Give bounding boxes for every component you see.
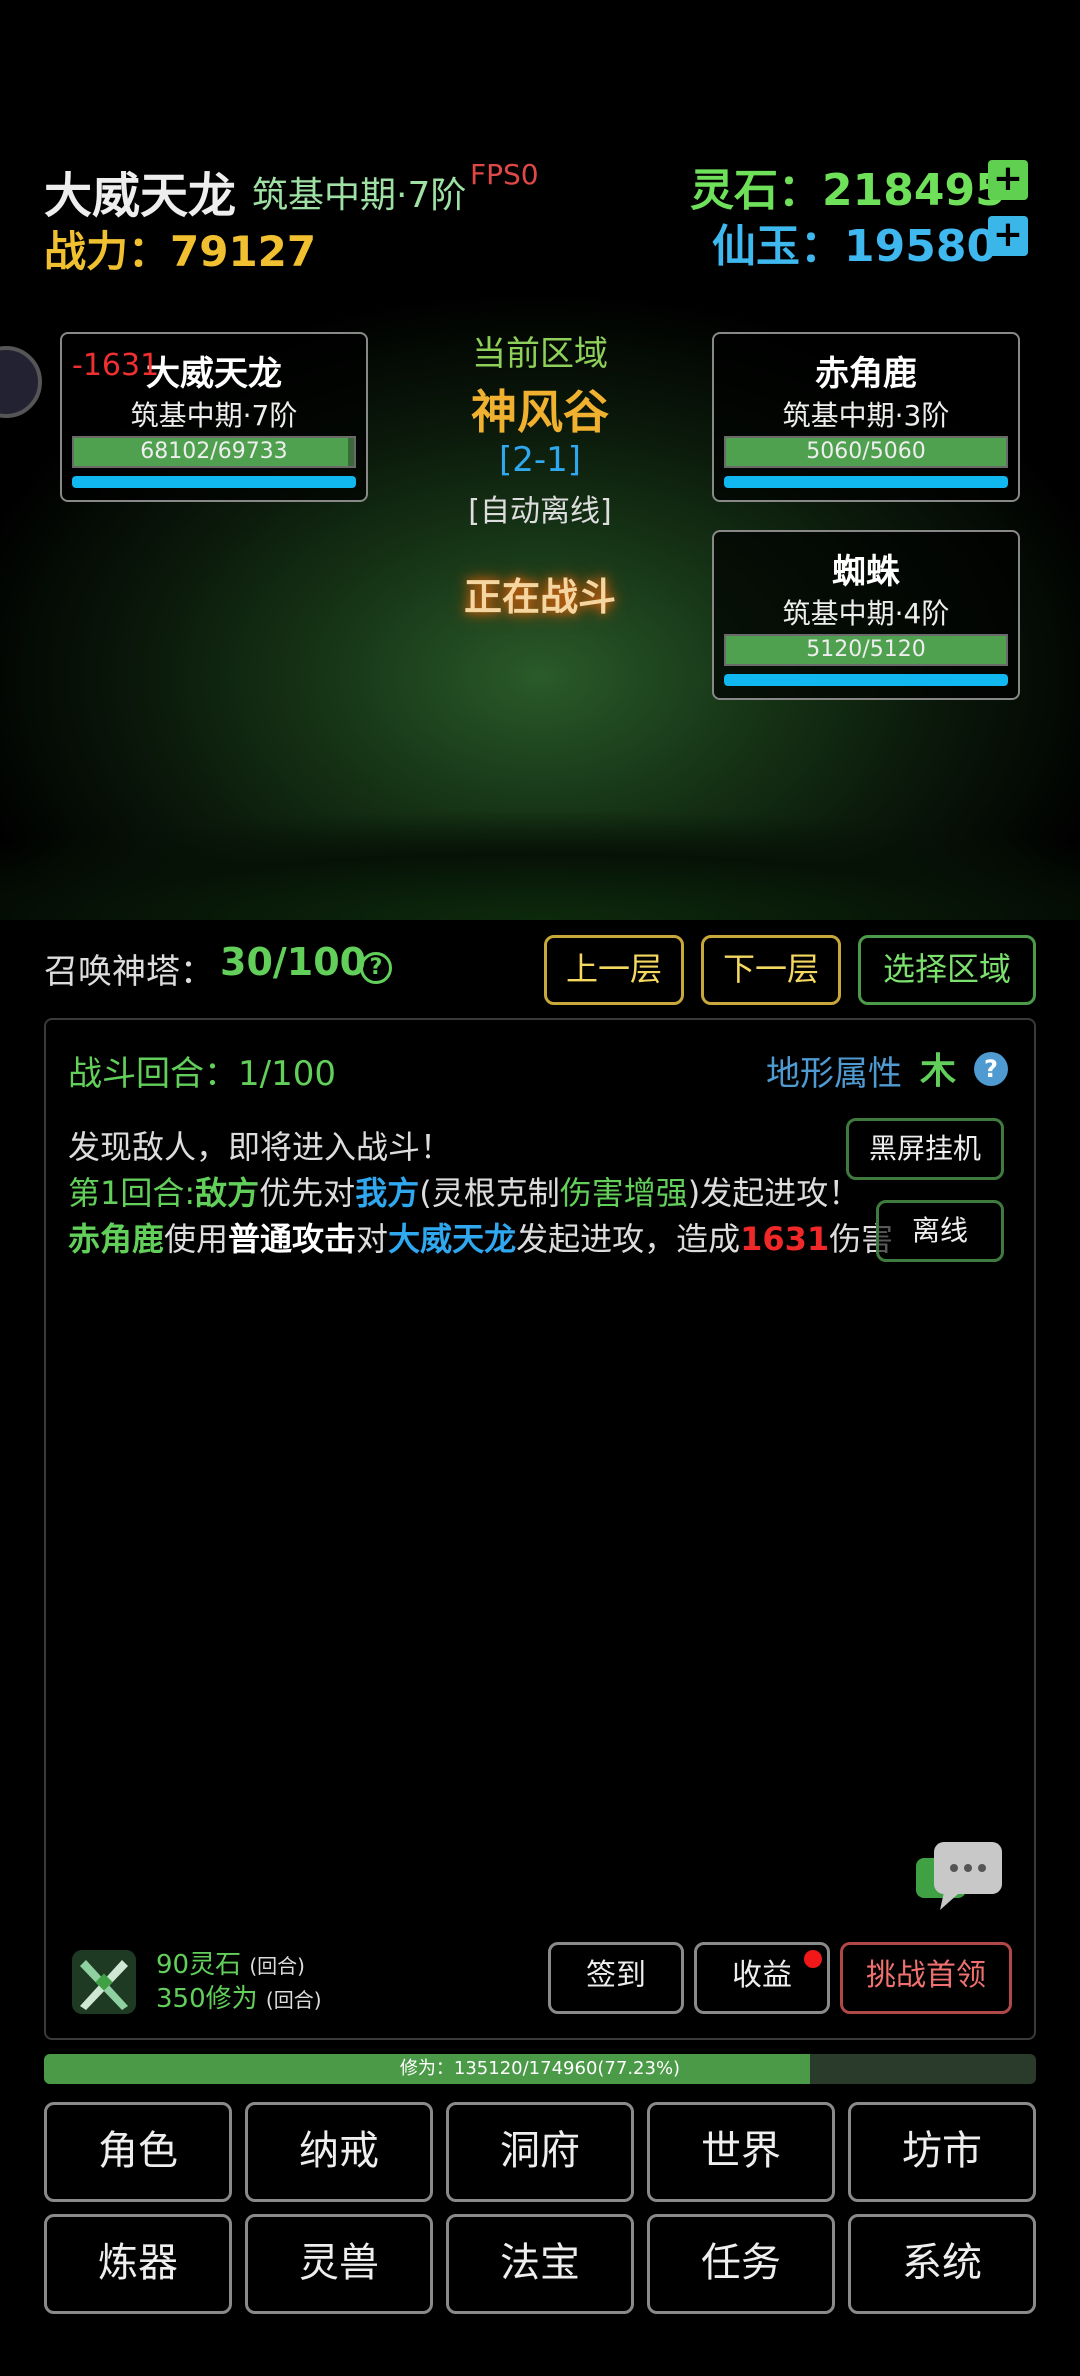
reward-unit: (回合) [265, 1988, 322, 2012]
enemy-mp-bar [724, 674, 1008, 686]
notification-dot [804, 1950, 822, 1968]
nav-button[interactable]: 坊市 [848, 2102, 1036, 2202]
player-name: 大威天龙 [44, 168, 237, 224]
add-xianyu-plus-icon[interactable]: + [988, 216, 1028, 256]
log-attacker: 赤角鹿 [68, 1220, 165, 1258]
log-damage: 1631 [740, 1220, 830, 1258]
nav-button[interactable]: 法宝 [446, 2214, 634, 2314]
log-text: 使用 [164, 1220, 229, 1258]
tower-label: 召唤神塔： [44, 952, 214, 992]
terrain-help-icon[interactable]: ? [974, 1052, 1008, 1086]
log-skill: 普通攻击 [228, 1220, 357, 1258]
log-enemy-side: 敌方 [195, 1174, 260, 1212]
enemy-hp-bar: 5120/5120 [724, 634, 1008, 666]
player-card: 大威天龙 -1631 筑基中期·7阶 68102/69733 [60, 332, 368, 502]
log-round: 第1回合: [68, 1174, 196, 1212]
enemy-hp-bar: 5060/5060 [724, 436, 1008, 468]
power-value: 79127 [170, 227, 317, 276]
log-own-side: 我方 [355, 1174, 420, 1212]
battle-status: 正在战斗 [463, 575, 616, 619]
log-target: 大威天龙 [388, 1220, 517, 1258]
player-mp-bar [72, 476, 356, 488]
log-text: 对 [356, 1220, 389, 1258]
enemy-hp-text: 5060/5060 [806, 439, 926, 464]
log-line: 发现敌人，即将进入战斗！ [68, 1128, 453, 1166]
cultivation-progress-bar: 修为：135120/174960(77.23%) [44, 2054, 1036, 2084]
sword-icon [68, 1946, 140, 2018]
log-line: 第1回合:敌方优先对我方(灵根克制伤害增强)发起进攻！ [68, 1170, 860, 1217]
select-area-button[interactable]: 选择区域 [858, 935, 1036, 1005]
next-floor-button[interactable]: 下一层 [701, 935, 841, 1005]
offline-button[interactable]: 离线 [876, 1200, 1004, 1262]
nav-button[interactable]: 灵兽 [245, 2214, 433, 2314]
reward-xiuwei: 350修为 (回合) [156, 1978, 322, 2015]
enemy-name: 蜘蛛 [832, 552, 900, 592]
enemy-card[interactable]: 赤角鹿 筑基中期·3阶 5060/5060 [712, 332, 1020, 502]
nav-button[interactable]: 任务 [647, 2214, 835, 2314]
area-label: 当前区域 [472, 334, 608, 374]
xianyu-currency: 仙玉：19580 [712, 210, 997, 274]
nav-button[interactable]: 洞府 [446, 2102, 634, 2202]
log-text: )发起进攻！ [687, 1174, 861, 1212]
terrain-value: 木 [920, 1051, 957, 1092]
lingshi-currency: 灵石：218495 [690, 154, 1006, 218]
nav-button[interactable]: 角色 [44, 2102, 232, 2202]
lingshi-value: 218495 [822, 165, 1006, 216]
enemy-hp-text: 5120/5120 [806, 637, 926, 662]
log-bonus: 伤害增强 [559, 1174, 688, 1212]
checkin-button[interactable]: 签到 [548, 1942, 684, 2014]
main-menu: 角色 纳戒 洞府 世界 坊市 炼器 灵兽 法宝 任务 系统 [44, 2102, 1036, 2314]
chat-icon[interactable] [914, 1840, 1006, 1920]
player-card-realm: 筑基中期·7阶 [130, 399, 298, 432]
log-line: 赤角鹿使用普通攻击对大威天龙发起进攻，造成1631伤害 [68, 1216, 893, 1263]
xianyu-value: 19580 [844, 221, 998, 272]
enemy-name: 赤角鹿 [815, 354, 917, 394]
player-hp-bar: 68102/69733 [72, 436, 356, 468]
cultivation-progress-text: 修为：135120/174960(77.23%) [399, 2058, 681, 2079]
log-text: 优先对 [259, 1174, 356, 1212]
nav-button[interactable]: 炼器 [44, 2214, 232, 2314]
log-text: (灵根克制 [419, 1174, 560, 1212]
nav-button[interactable]: 纳戒 [245, 2102, 433, 2202]
reward-xiuwei-value: 350修为 [156, 1984, 258, 2014]
tower-value: 30/100 [220, 940, 367, 984]
player-realm: 筑基中期·7阶 [252, 175, 467, 216]
power-label: 战力： [44, 227, 171, 276]
black-screen-idle-button[interactable]: 黑屏挂机 [846, 1118, 1004, 1180]
lingshi-label: 灵石： [690, 165, 822, 216]
area-stage: [2-1] [498, 440, 582, 480]
reward-lingshi-value: 90灵石 [156, 1950, 242, 1980]
area-name: 神风谷 [471, 385, 609, 439]
nav-button[interactable]: 系统 [848, 2214, 1036, 2314]
log-text: 发起进攻，造成 [516, 1220, 741, 1258]
enemy-realm: 筑基中期·3阶 [782, 399, 950, 432]
damage-number: -1631 [72, 348, 160, 383]
add-lingshi-plus-icon[interactable]: + [988, 160, 1028, 200]
terrain-label: 地形属性 [766, 1054, 902, 1094]
reward-unit: (回合) [249, 1954, 305, 1978]
round-counter: 战斗回合：1/100 [68, 1054, 336, 1094]
prev-floor-button[interactable]: 上一层 [544, 935, 684, 1005]
enemy-card[interactable]: 蜘蛛 筑基中期·4阶 5120/5120 [712, 530, 1020, 700]
enemy-mp-bar [724, 476, 1008, 488]
player-hp-text: 68102/69733 [140, 439, 288, 464]
area-mode: [自动离线] [468, 494, 612, 529]
combat-power: 战力：79127 [44, 218, 316, 279]
reward-lingshi: 90灵石 (回合) [156, 1944, 305, 1981]
xianyu-label: 仙玉： [712, 221, 844, 272]
tower-help-icon[interactable]: ? [360, 952, 392, 984]
nav-button[interactable]: 世界 [647, 2102, 835, 2202]
enemy-realm: 筑基中期·4阶 [782, 597, 950, 630]
fps-counter: FPS0 [470, 158, 539, 191]
challenge-boss-button[interactable]: 挑战首领 [840, 1942, 1012, 2014]
